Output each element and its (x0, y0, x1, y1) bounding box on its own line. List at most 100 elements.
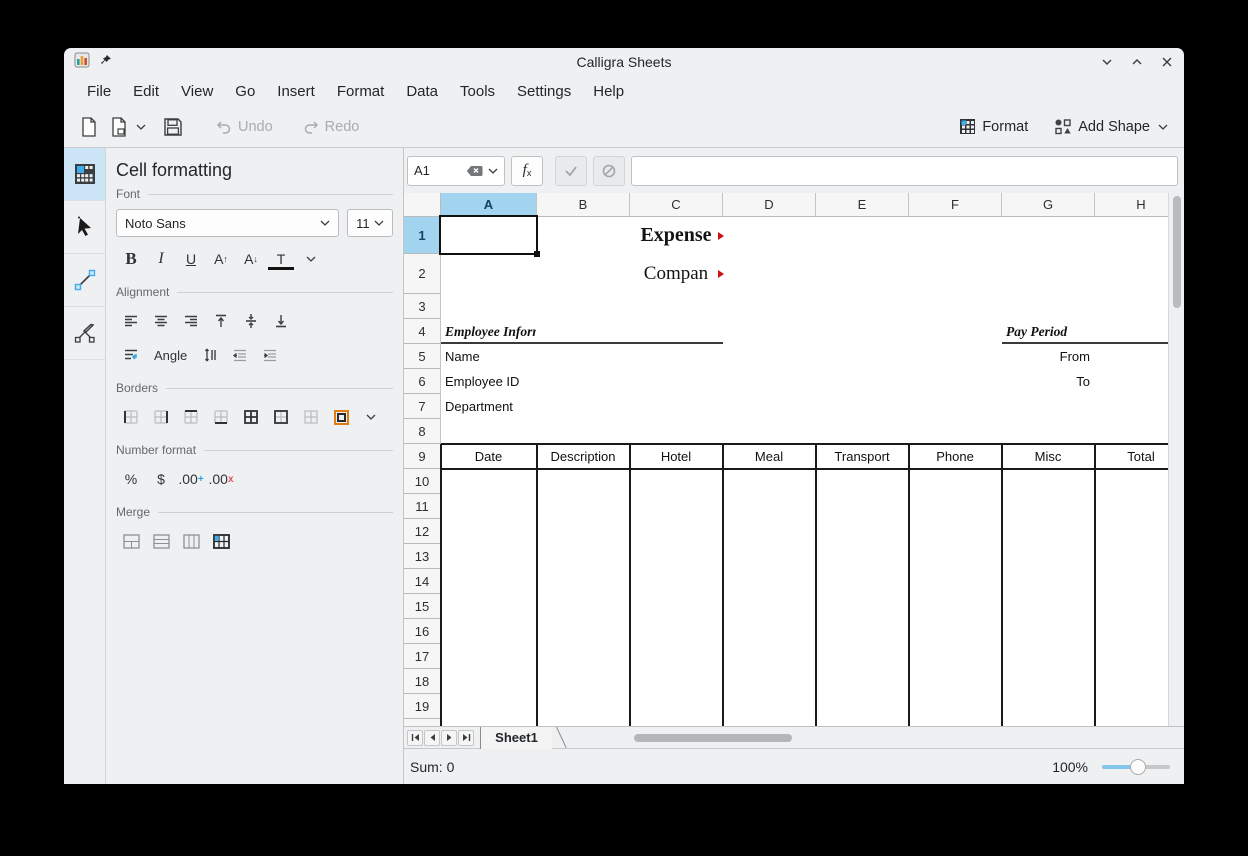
underline-button[interactable]: U (176, 247, 206, 271)
bold-button[interactable]: B (116, 247, 146, 271)
spreadsheet-grid[interactable]: ABCDEFGH1234567891011121314151617181920E… (404, 193, 1168, 726)
merge-horizontal-button[interactable] (146, 529, 176, 553)
border-color-chevron-icon[interactable] (356, 405, 386, 429)
new-document-button[interactable] (74, 112, 104, 142)
column-header-A[interactable]: A (441, 193, 537, 217)
reference-chevron-icon[interactable] (488, 167, 498, 175)
column-header-E[interactable]: E (816, 193, 909, 217)
menu-go[interactable]: Go (224, 80, 266, 103)
save-button[interactable] (158, 113, 188, 141)
cell-E9[interactable]: Transport (817, 444, 908, 469)
cell-A7[interactable]: Department (442, 394, 536, 419)
open-document-button[interactable] (104, 112, 152, 142)
merge-cells-button[interactable] (116, 529, 146, 553)
zoom-slider-knob[interactable] (1130, 759, 1146, 775)
column-header-C[interactable]: C (630, 193, 723, 217)
menu-data[interactable]: Data (395, 80, 449, 103)
cell-G9[interactable]: Misc (1003, 444, 1094, 469)
row-header-12[interactable]: 12 (404, 519, 441, 544)
last-sheet-button[interactable] (458, 730, 474, 746)
border-right-button[interactable] (146, 405, 176, 429)
redo-button[interactable]: Redo (297, 114, 366, 140)
menu-format[interactable]: Format (326, 80, 396, 103)
row-header-20[interactable]: 20 (404, 719, 441, 726)
row-header-10[interactable]: 10 (404, 469, 441, 494)
menu-edit[interactable]: Edit (122, 80, 170, 103)
cell-G4[interactable]: Pay Period (1003, 319, 1094, 344)
vertical-scrollbar-thumb[interactable] (1173, 196, 1181, 308)
menu-view[interactable]: View (170, 80, 224, 103)
cell-D9[interactable]: Meal (724, 444, 815, 469)
next-sheet-button[interactable] (441, 730, 457, 746)
cell-A6[interactable]: Employee ID (442, 369, 536, 394)
path-editing-tool[interactable] (64, 307, 105, 360)
font-family-select[interactable]: Noto Sans (116, 209, 339, 237)
row-header-13[interactable]: 13 (404, 544, 441, 569)
menu-file[interactable]: File (76, 80, 122, 103)
percent-format-button[interactable]: % (116, 467, 146, 491)
cell-selection[interactable] (439, 215, 538, 255)
border-color-button[interactable] (326, 405, 356, 429)
font-size-select[interactable]: 11 (347, 209, 393, 237)
row-header-14[interactable]: 14 (404, 569, 441, 594)
maximize-button[interactable] (1130, 55, 1144, 69)
connector-tool[interactable] (64, 254, 105, 307)
pin-icon[interactable] (100, 53, 112, 71)
row-header-19[interactable]: 19 (404, 694, 441, 719)
column-header-D[interactable]: D (723, 193, 816, 217)
cell-A5[interactable]: Name (442, 344, 536, 369)
cell-C1[interactable]: Expense (631, 217, 722, 254)
vertical-scrollbar[interactable] (1168, 193, 1184, 726)
first-sheet-button[interactable] (407, 730, 423, 746)
accept-formula-button[interactable] (555, 156, 587, 186)
select-all-corner[interactable] (404, 193, 441, 217)
wrap-text-button[interactable] (116, 343, 146, 367)
cell-C9[interactable]: Hotel (631, 444, 722, 469)
row-header-1[interactable]: 1 (404, 217, 441, 254)
selection-tool[interactable] (64, 201, 105, 254)
column-header-H[interactable]: H (1095, 193, 1168, 217)
align-vcenter-button[interactable] (236, 309, 266, 333)
close-button[interactable] (1160, 55, 1174, 69)
horizontal-scrollbar-thumb[interactable] (634, 734, 792, 742)
increase-precision-button[interactable]: .00+ (176, 467, 206, 491)
previous-sheet-button[interactable] (424, 730, 440, 746)
selection-handle[interactable] (534, 251, 540, 257)
undo-button[interactable]: Undo (210, 114, 279, 140)
merge-vertical-button[interactable] (176, 529, 206, 553)
format-toolbar-button[interactable]: Format (953, 113, 1034, 140)
align-left-button[interactable] (116, 309, 146, 333)
grow-font-button[interactable]: A↑ (206, 247, 236, 271)
indent-decrease-button[interactable] (225, 343, 255, 367)
align-center-button[interactable] (146, 309, 176, 333)
text-color-button[interactable]: T (266, 247, 296, 271)
vertical-text-button[interactable] (195, 343, 225, 367)
border-outline-button[interactable] (266, 405, 296, 429)
cell-A4[interactable]: Employee Information (442, 319, 536, 344)
cell-B9[interactable]: Description (538, 444, 629, 469)
row-header-8[interactable]: 8 (404, 419, 441, 444)
row-header-18[interactable]: 18 (404, 669, 441, 694)
cell-G5[interactable]: From (1003, 344, 1094, 369)
cell-H9[interactable]: Total (1096, 444, 1168, 469)
decrease-precision-button[interactable]: .00x (206, 467, 236, 491)
menu-settings[interactable]: Settings (506, 80, 582, 103)
menu-help[interactable]: Help (582, 80, 635, 103)
formula-input[interactable] (631, 156, 1178, 186)
unmerge-cells-button[interactable] (206, 529, 236, 553)
cell-A9[interactable]: Date (442, 444, 536, 469)
sheet-tab[interactable]: Sheet1 (480, 727, 552, 749)
row-header-15[interactable]: 15 (404, 594, 441, 619)
cell-C2[interactable]: Compan (631, 254, 722, 294)
row-header-5[interactable]: 5 (404, 344, 441, 369)
cell-formatting-tool[interactable] (64, 148, 105, 201)
clear-reference-icon[interactable] (466, 165, 483, 177)
italic-button[interactable]: I (146, 247, 176, 271)
row-header-3[interactable]: 3 (404, 294, 441, 319)
border-none-button[interactable] (296, 405, 326, 429)
row-header-9[interactable]: 9 (404, 444, 441, 469)
align-top-button[interactable] (206, 309, 236, 333)
border-top-button[interactable] (176, 405, 206, 429)
indent-increase-button[interactable] (255, 343, 285, 367)
row-header-4[interactable]: 4 (404, 319, 441, 344)
